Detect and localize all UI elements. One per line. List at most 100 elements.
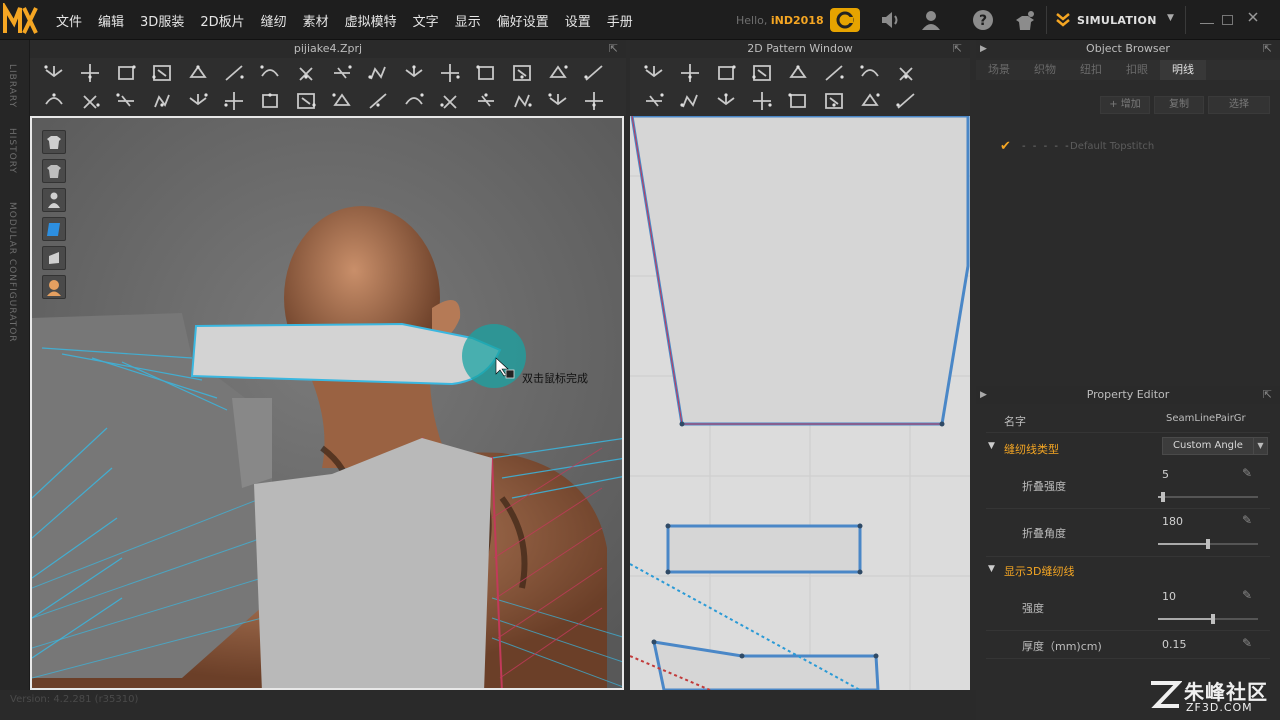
3d-viewport[interactable]: 双击鼠标完成 [30, 116, 624, 690]
toolbar-tool-icon[interactable] [294, 90, 318, 112]
toolbar-tool-icon[interactable] [258, 90, 282, 112]
slider-knob[interactable] [1206, 539, 1210, 549]
toolbar-tool-icon[interactable] [546, 90, 570, 112]
toolbar-tool-icon[interactable] [78, 90, 102, 112]
section-toggle-icon[interactable]: ▼ [988, 564, 995, 574]
toolbar-tool-icon[interactable] [114, 90, 138, 112]
toolbar-tool-icon[interactable] [366, 62, 390, 84]
expand-icon[interactable]: ⇱ [609, 40, 618, 58]
expand-icon[interactable]: ⇱ [1263, 386, 1272, 404]
avatar-settings-icon[interactable] [1012, 8, 1038, 32]
menu-sewing[interactable]: 缝纫 [253, 11, 295, 30]
toolbar-tool-icon[interactable] [510, 62, 534, 84]
toolbar-tool-icon[interactable] [822, 90, 846, 112]
strength-slider[interactable] [1158, 614, 1258, 624]
fold-angle-slider[interactable] [1158, 539, 1258, 549]
fold-angle-value[interactable]: 180 [1162, 515, 1183, 528]
menu-display[interactable]: 显示 [447, 11, 489, 30]
toolbar-tool-icon[interactable] [114, 62, 138, 84]
pattern-blue-icon[interactable] [42, 217, 66, 241]
select-button[interactable]: 选择 [1208, 96, 1270, 114]
menu-text[interactable]: 文字 [405, 11, 447, 30]
toolbar-tool-icon[interactable] [582, 62, 606, 84]
menu-file[interactable]: 文件 [48, 11, 90, 30]
copy-button[interactable]: 复制 [1154, 96, 1204, 114]
menu-2d-pattern[interactable]: 2D板片 [192, 11, 252, 30]
add-button[interactable]: + 增加 [1100, 96, 1150, 114]
toolbar-tool-icon[interactable] [642, 62, 666, 84]
slider-knob[interactable] [1161, 492, 1165, 502]
toolbar-tool-icon[interactable] [186, 90, 210, 112]
collapse-arrow-icon[interactable]: ▶ [980, 386, 987, 404]
toolbar-tool-icon[interactable] [474, 62, 498, 84]
toolbar-tool-icon[interactable] [438, 90, 462, 112]
toolbar-tool-icon[interactable] [330, 62, 354, 84]
close-button[interactable] [1246, 10, 1260, 22]
menu-manual[interactable]: 手册 [599, 11, 641, 30]
toolbar-tool-icon[interactable] [78, 62, 102, 84]
help-icon[interactable]: ? [970, 8, 996, 32]
tab-buttonhole[interactable]: 扣眼 [1114, 60, 1160, 80]
pin-icon[interactable]: ✎ [1242, 513, 1252, 527]
slider-knob[interactable] [1211, 614, 1215, 624]
toolbar-tool-icon[interactable] [402, 90, 426, 112]
tab-history[interactable]: HISTORY [7, 128, 17, 174]
toolbar-tool-icon[interactable] [294, 62, 318, 84]
name-value[interactable]: SeamLinePairGr [1166, 413, 1246, 424]
tab-button[interactable]: 纽扣 [1068, 60, 1114, 80]
toolbar-tool-icon[interactable] [582, 90, 606, 112]
pin-icon[interactable]: ✎ [1242, 588, 1252, 602]
menu-materials[interactable]: 素材 [295, 11, 337, 30]
toolbar-tool-icon[interactable] [330, 90, 354, 112]
tab-topstitch[interactable]: 明线 [1160, 60, 1206, 80]
2d-pattern-viewport[interactable] [630, 116, 970, 690]
menu-settings[interactable]: 设置 [557, 11, 599, 30]
toolbar-tool-icon[interactable] [858, 62, 882, 84]
collapse-arrow-icon[interactable]: ▶ [980, 40, 987, 58]
menu-preferences[interactable]: 偏好设置 [489, 11, 557, 30]
seam-type-dropdown[interactable]: Custom Angle ▼ [1162, 437, 1268, 455]
tab-library[interactable]: LIBRARY [7, 64, 17, 108]
toolbar-tool-icon[interactable] [150, 90, 174, 112]
pin-icon[interactable]: ✎ [1242, 466, 1252, 480]
toolbar-tool-icon[interactable] [402, 62, 426, 84]
tab-scene[interactable]: 场景 [976, 60, 1022, 80]
toolbar-tool-icon[interactable] [186, 62, 210, 84]
garment-display-icon[interactable] [42, 130, 66, 154]
toolbar-tool-icon[interactable] [222, 62, 246, 84]
toolbar-tool-icon[interactable] [714, 62, 738, 84]
toolbar-tool-icon[interactable] [750, 62, 774, 84]
strength-value[interactable]: 10 [1162, 590, 1176, 603]
speaker-icon[interactable] [876, 8, 902, 32]
toolbar-tool-icon[interactable] [714, 90, 738, 112]
toolbar-tool-icon[interactable] [642, 90, 666, 112]
toolbar-tool-icon[interactable] [222, 90, 246, 112]
menu-avatar[interactable]: 虚拟模特 [337, 11, 405, 30]
toolbar-tool-icon[interactable] [822, 62, 846, 84]
fold-strength-slider[interactable] [1158, 492, 1258, 502]
toolbar-tool-icon[interactable] [750, 90, 774, 112]
toolbar-tool-icon[interactable] [42, 62, 66, 84]
avatar-skin-icon[interactable] [42, 275, 66, 299]
toolbar-tool-icon[interactable] [678, 90, 702, 112]
toolbar-tool-icon[interactable] [366, 90, 390, 112]
topstitch-list-item[interactable]: ✔ - - - - - Default Topstitch [990, 138, 1270, 156]
toolbar-tool-icon[interactable] [786, 90, 810, 112]
menu-edit[interactable]: 编辑 [90, 11, 132, 30]
toolbar-tool-icon[interactable] [474, 90, 498, 112]
thickness-value[interactable]: 0.15 [1162, 638, 1187, 651]
toolbar-tool-icon[interactable] [42, 90, 66, 112]
section-toggle-icon[interactable]: ▼ [988, 441, 995, 451]
toolbar-tool-icon[interactable] [786, 62, 810, 84]
toolbar-tool-icon[interactable] [150, 62, 174, 84]
expand-icon[interactable]: ⇱ [953, 40, 962, 58]
toolbar-tool-icon[interactable] [438, 62, 462, 84]
pin-icon[interactable]: ✎ [1242, 636, 1252, 650]
toolbar-tool-icon[interactable] [894, 90, 918, 112]
tab-fabric[interactable]: 织物 [1022, 60, 1068, 80]
menu-3d-garment[interactable]: 3D服装 [132, 11, 192, 30]
toolbar-tool-icon[interactable] [510, 90, 534, 112]
toolbar-tool-icon[interactable] [546, 62, 570, 84]
cloud-sync-button[interactable] [830, 8, 860, 32]
garment-texture-icon[interactable] [42, 159, 66, 183]
